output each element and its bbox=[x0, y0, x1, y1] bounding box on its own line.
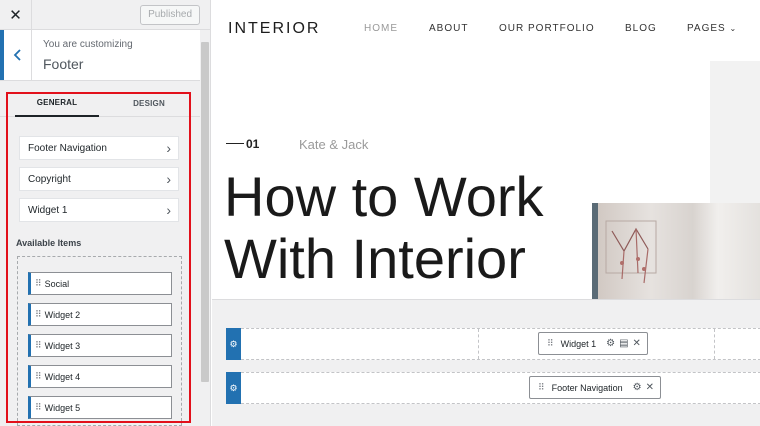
nav-blog[interactable]: BLOG bbox=[625, 23, 657, 34]
panel-title: Footer bbox=[43, 56, 84, 72]
widget-area-icon[interactable]: ▤ bbox=[619, 338, 628, 349]
available-item-widget-2[interactable]: ⠿ Widget 2 bbox=[28, 303, 172, 326]
available-item-label: Widget 5 bbox=[44, 402, 81, 413]
customizing-panel-header: You are customizing Footer bbox=[0, 30, 200, 81]
available-item-widget-5[interactable]: ⠿ Widget 5 bbox=[28, 396, 172, 419]
close-icon[interactable]: ✕ bbox=[633, 338, 641, 349]
chevron-right-icon: › bbox=[166, 171, 171, 187]
column-divider bbox=[478, 329, 479, 359]
tab-bar: GENERAL DESIGN bbox=[0, 89, 200, 117]
available-item-social[interactable]: ⠿ Social bbox=[28, 272, 172, 295]
close-icon[interactable]: ✕ bbox=[646, 382, 654, 393]
gear-icon[interactable]: ⚙ bbox=[606, 338, 615, 349]
available-item-label: Widget 2 bbox=[44, 309, 81, 320]
section-copyright[interactable]: Copyright › bbox=[19, 167, 179, 191]
section-label: Widget 1 bbox=[28, 204, 68, 216]
available-item-label: Widget 4 bbox=[44, 371, 81, 382]
section-footer-navigation[interactable]: Footer Navigation › bbox=[19, 136, 179, 160]
gear-icon[interactable]: ⚙ bbox=[226, 328, 241, 360]
available-item-widget-3[interactable]: ⠿ Widget 3 bbox=[28, 334, 172, 357]
drag-handle-icon: ⠿ bbox=[35, 371, 42, 381]
close-icon[interactable]: ✕ bbox=[0, 0, 32, 30]
available-items-dropzone: ⠿ Social ⠿ Widget 2 ⠿ Widget 3 ⠿ Widget … bbox=[17, 256, 182, 426]
back-button[interactable] bbox=[0, 30, 32, 80]
site-logo[interactable]: INTERIOR bbox=[228, 20, 320, 38]
tab-general[interactable]: GENERAL bbox=[15, 89, 99, 117]
column-divider bbox=[714, 329, 715, 359]
chevron-right-icon: › bbox=[166, 140, 171, 156]
placed-widget-1[interactable]: ⠿ Widget 1 ⚙ ▤ ✕ bbox=[538, 332, 648, 355]
drag-handle-icon: ⠿ bbox=[35, 278, 42, 288]
drag-handle-icon: ⠿ bbox=[538, 382, 545, 392]
site-preview: INTERIOR HOME ABOUT OUR PORTFOLIO BLOG P… bbox=[212, 0, 760, 426]
nav-pages-label: PAGES bbox=[687, 23, 726, 34]
section-label: Copyright bbox=[28, 173, 71, 185]
drag-handle-icon: ⠿ bbox=[35, 402, 42, 412]
hero-subtitle: Kate & Jack bbox=[299, 137, 369, 152]
gear-icon[interactable]: ⚙ bbox=[226, 372, 241, 404]
footer-builder-row-1[interactable]: ⚙ ⠿ Widget 1 ⚙ ▤ ✕ bbox=[226, 328, 760, 360]
sidebar-scrollbar[interactable] bbox=[201, 42, 209, 382]
available-item-label: Social bbox=[44, 278, 70, 289]
available-item-label: Widget 3 bbox=[44, 340, 81, 351]
gear-icon[interactable]: ⚙ bbox=[633, 382, 642, 393]
drag-handle-icon: ⠿ bbox=[35, 340, 42, 350]
footer-builder: ⚙ ⠿ Widget 1 ⚙ ▤ ✕ ⚙ ⠿ Footer Navigation… bbox=[212, 299, 760, 426]
drag-handle-icon: ⠿ bbox=[35, 309, 42, 319]
hero-title-line-1: How to Work bbox=[224, 165, 544, 228]
hero-title: How to Work With Interior bbox=[224, 166, 543, 290]
placed-footer-navigation[interactable]: ⠿ Footer Navigation ⚙ ✕ bbox=[529, 376, 661, 399]
section-label: Footer Navigation bbox=[28, 142, 107, 154]
available-items-title: Available Items bbox=[16, 238, 82, 248]
hero-dash bbox=[226, 143, 244, 144]
chevron-left-icon bbox=[13, 49, 21, 61]
nav-our-portfolio[interactable]: OUR PORTFOLIO bbox=[499, 23, 595, 34]
placed-item-label: Widget 1 bbox=[560, 338, 597, 349]
chevron-down-icon: ⌄ bbox=[729, 24, 738, 33]
drag-handle-icon: ⠿ bbox=[547, 338, 554, 348]
hero-number: 01 bbox=[246, 137, 260, 151]
section-widget-1[interactable]: Widget 1 › bbox=[19, 198, 179, 222]
hero-title-line-2: With Interior bbox=[224, 227, 526, 290]
hanging-ornament-image bbox=[605, 220, 657, 284]
nav-about[interactable]: ABOUT bbox=[429, 23, 468, 34]
published-button[interactable]: Published bbox=[140, 5, 200, 25]
footer-builder-row-2[interactable]: ⚙ ⠿ Footer Navigation ⚙ ✕ bbox=[226, 372, 760, 404]
nav-home[interactable]: HOME bbox=[364, 23, 398, 34]
placed-item-label: Footer Navigation bbox=[551, 382, 623, 393]
hero-image bbox=[592, 203, 760, 299]
customizer-sidebar: ✕ Published You are customizing Footer G… bbox=[0, 0, 211, 426]
tab-design[interactable]: DESIGN bbox=[99, 89, 199, 117]
nav-pages[interactable]: PAGES ⌄ bbox=[687, 23, 737, 34]
customizing-label: You are customizing bbox=[43, 39, 133, 50]
chevron-right-icon: › bbox=[166, 202, 171, 218]
available-item-widget-4[interactable]: ⠿ Widget 4 bbox=[28, 365, 172, 388]
customizer-header: ✕ Published bbox=[0, 0, 210, 30]
